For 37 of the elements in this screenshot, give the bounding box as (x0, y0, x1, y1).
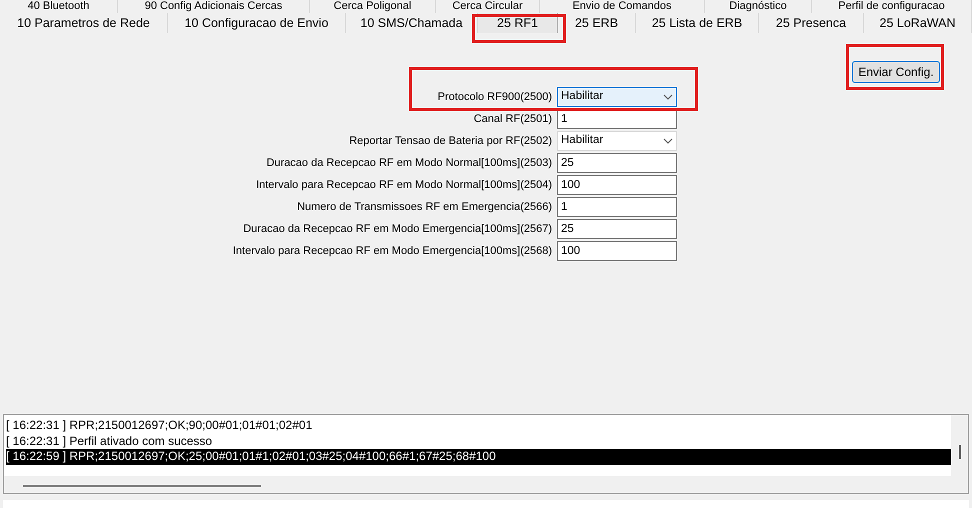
tab[interactable]: 25 Presenca (759, 13, 864, 33)
field-label: Numero de Transmissoes RF em Emergencia(2566) (297, 200, 552, 215)
input-field[interactable]: 100 (557, 175, 677, 195)
field-label: Intervalo para Recepcao RF em Modo Normal[100ms](2504) (256, 178, 552, 193)
scrollbar-thumb[interactable] (959, 445, 961, 459)
field-label: Protocolo RF900(2500) (438, 90, 552, 105)
input-field[interactable]: 1 (557, 109, 677, 129)
field-label: Intervalo para Recepcao RF em Modo Emergencia[100ms](2568) (232, 244, 552, 259)
log-line[interactable]: [ 16:22:31 ] RPR;2150012697;OK;90;00#01;01#01;02#01 (6, 418, 951, 434)
field-label: Duracao da Recepcao RF em Modo Emergencia[100ms](2567) (243, 222, 552, 237)
tab[interactable]: 40 Bluetooth (0, 0, 118, 13)
tab[interactable]: 90 Config Adicionais Cercas (118, 0, 310, 13)
field-label: Duracao da Recepcao RF em Modo Normal[100ms](2503) (266, 156, 552, 171)
tab[interactable]: Diagnóstico (705, 0, 812, 13)
scrollbar-thumb[interactable] (23, 485, 261, 487)
chevron-down-icon (663, 94, 673, 100)
tab[interactable]: Perfil de configuracao (812, 0, 972, 13)
input-field[interactable]: 25 (557, 219, 677, 239)
dropdown[interactable]: Habilitar (557, 87, 677, 107)
dropdown[interactable]: Habilitar (557, 131, 677, 151)
tab[interactable]: 25 ERB (558, 13, 636, 33)
field-label: Canal RF(2501) (474, 112, 552, 127)
send-config-button[interactable]: Enviar Config. (852, 61, 940, 83)
field-label: Reportar Tensao de Bateria por RF(2502) (349, 134, 552, 149)
chevron-down-icon (663, 138, 673, 144)
input-field[interactable]: 25 (557, 153, 677, 173)
tab[interactable]: Envio de Comandos (540, 0, 705, 13)
log-line[interactable]: [ 16:22:31 ] Perfil ativado com sucesso (6, 434, 951, 449)
tab[interactable]: 10 SMS/Chamada (346, 13, 478, 33)
tab[interactable]: 25 Lista de ERB (636, 13, 759, 33)
tab[interactable]: 25 LoRaWAN (864, 13, 972, 33)
input-field[interactable]: 100 (557, 241, 677, 261)
tab[interactable]: 10 Parametros de Rede (0, 13, 168, 33)
tab[interactable]: Cerca Poligonal (310, 0, 436, 13)
input-field[interactable]: 1 (557, 197, 677, 217)
tab[interactable]: Cerca Circular (436, 0, 540, 13)
tab[interactable]: 10 Configuracao de Envio (168, 13, 346, 33)
